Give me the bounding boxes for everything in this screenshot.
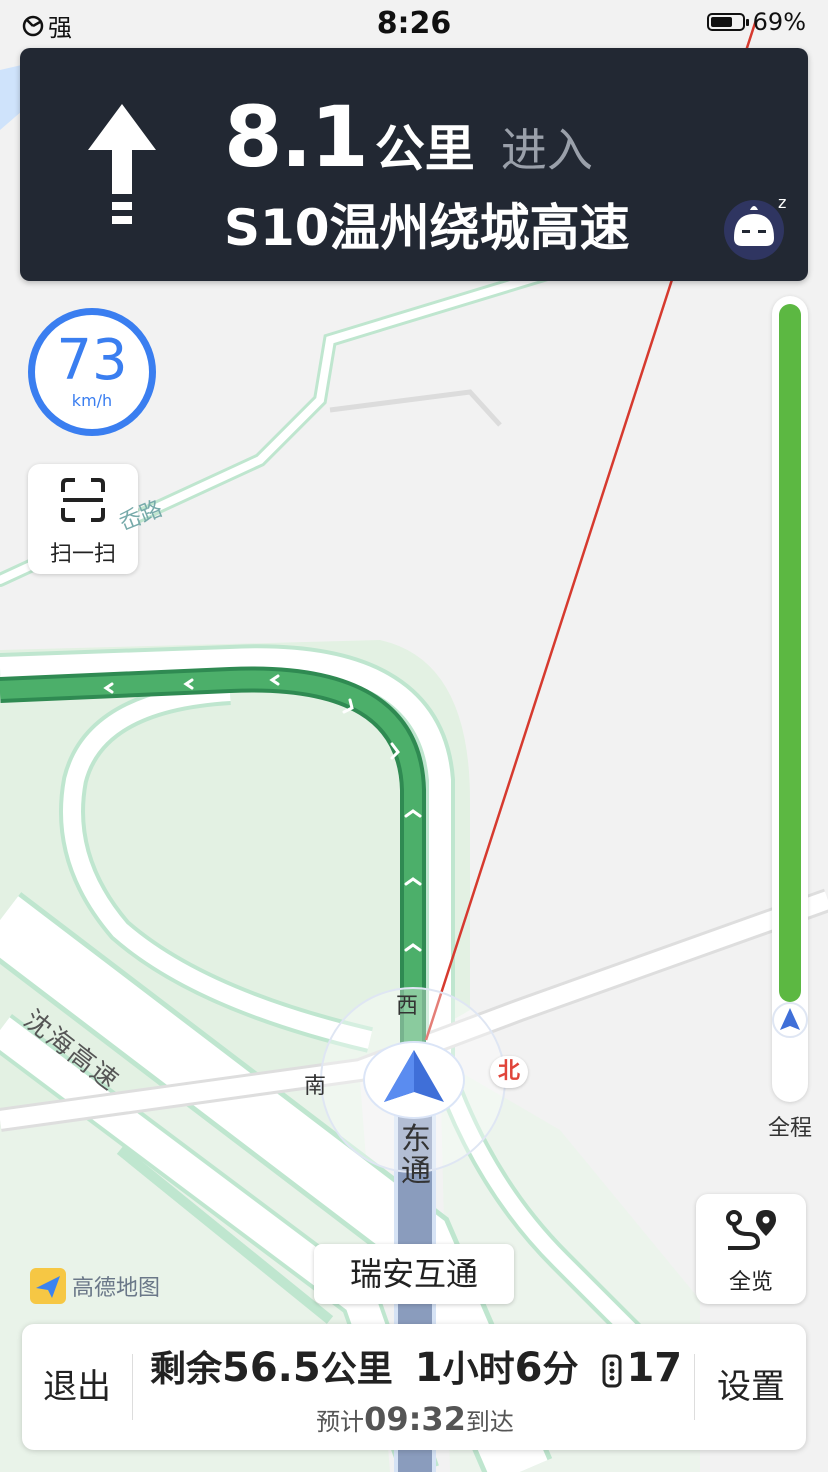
amap-logo: 高德地图 (30, 1268, 160, 1304)
trip-summary: 剩余56.5公里 1小时6分 17 (150, 1340, 690, 1392)
status-bar: 强 8:26 69% (0, 0, 828, 48)
car-location-icon (363, 1041, 465, 1119)
speed-indicator: 73 km/h (28, 308, 156, 436)
progress-car-icon (772, 1002, 808, 1039)
remaining-prefix: 剩余 (150, 1349, 223, 1390)
amap-logo-icon (30, 1268, 66, 1304)
remaining-distance: 56.5 (222, 1345, 321, 1391)
route-progress-bar (772, 296, 808, 1102)
guidance-panel[interactable]: 8.1 公里 进入 S10温州绕城高速 z (20, 48, 808, 281)
arrow-straight-icon (88, 104, 156, 224)
signal-label: 强 (48, 14, 72, 42)
guidance-distance: 8.1 (224, 88, 369, 186)
road-label-interchange: 东通 (401, 1122, 431, 1189)
duration-hours: 1 (414, 1345, 443, 1391)
exit-label: 瑞安互通 (314, 1244, 514, 1304)
guidance-road-name: S10温州绕城高速 (224, 199, 630, 257)
exit-navigation-button[interactable]: 退出 (22, 1324, 132, 1450)
guidance-action: 进入 (500, 123, 593, 177)
duration-hours-unit: 小时 (442, 1349, 515, 1390)
robot-assistant-icon[interactable]: z (720, 188, 794, 262)
overview-button[interactable]: 全览 (696, 1194, 806, 1304)
eta-suffix: 到达 (465, 1408, 514, 1436)
compass-south: 南 (304, 1074, 327, 1099)
speed-unit: km/h (71, 391, 113, 410)
eta-line: 预计09:32到达 (150, 1400, 680, 1438)
overview-label: 全览 (728, 1270, 773, 1295)
battery-indicator: 69% (706, 8, 806, 36)
compass-north[interactable]: 北 (490, 1056, 528, 1088)
route-progress-label: 全程 (767, 1116, 812, 1141)
clock: 8:26 (376, 6, 452, 41)
battery-icon (706, 13, 749, 31)
road (329, 389, 502, 427)
battery-percent: 69% (752, 8, 806, 36)
traffic-light-icon (602, 1354, 622, 1388)
eta-time: 09:32 (364, 1400, 466, 1438)
settings-button[interactable]: 设置 (696, 1324, 806, 1450)
guidance-distance-line: 8.1 公里 进入 (224, 88, 593, 186)
divider (694, 1354, 695, 1420)
signal-indicator: 强 (22, 8, 72, 43)
scan-label: 扫一扫 (49, 542, 116, 567)
duration-minutes-unit: 分 (542, 1349, 579, 1390)
divider (132, 1354, 133, 1420)
signal-icon (22, 15, 44, 36)
traffic-light-count: 17 (626, 1345, 683, 1391)
eta-prefix: 预计 (316, 1408, 365, 1436)
guidance-distance-unit: 公里 (374, 120, 475, 178)
route-overview-icon (726, 1210, 776, 1250)
remaining-unit: 公里 (320, 1349, 393, 1390)
assistant-badge: z (778, 193, 786, 212)
bottom-trip-bar: 退出 剩余56.5公里 1小时6分 17 预计09:32到达 设置 (22, 1324, 806, 1450)
speed-value: 73 (56, 328, 128, 393)
amap-logo-text: 高德地图 (72, 1276, 161, 1301)
duration-minutes: 6 (514, 1345, 543, 1391)
compass-west: 西 (396, 994, 419, 1019)
scan-icon (61, 478, 105, 522)
route-progress-fill (779, 304, 801, 1003)
